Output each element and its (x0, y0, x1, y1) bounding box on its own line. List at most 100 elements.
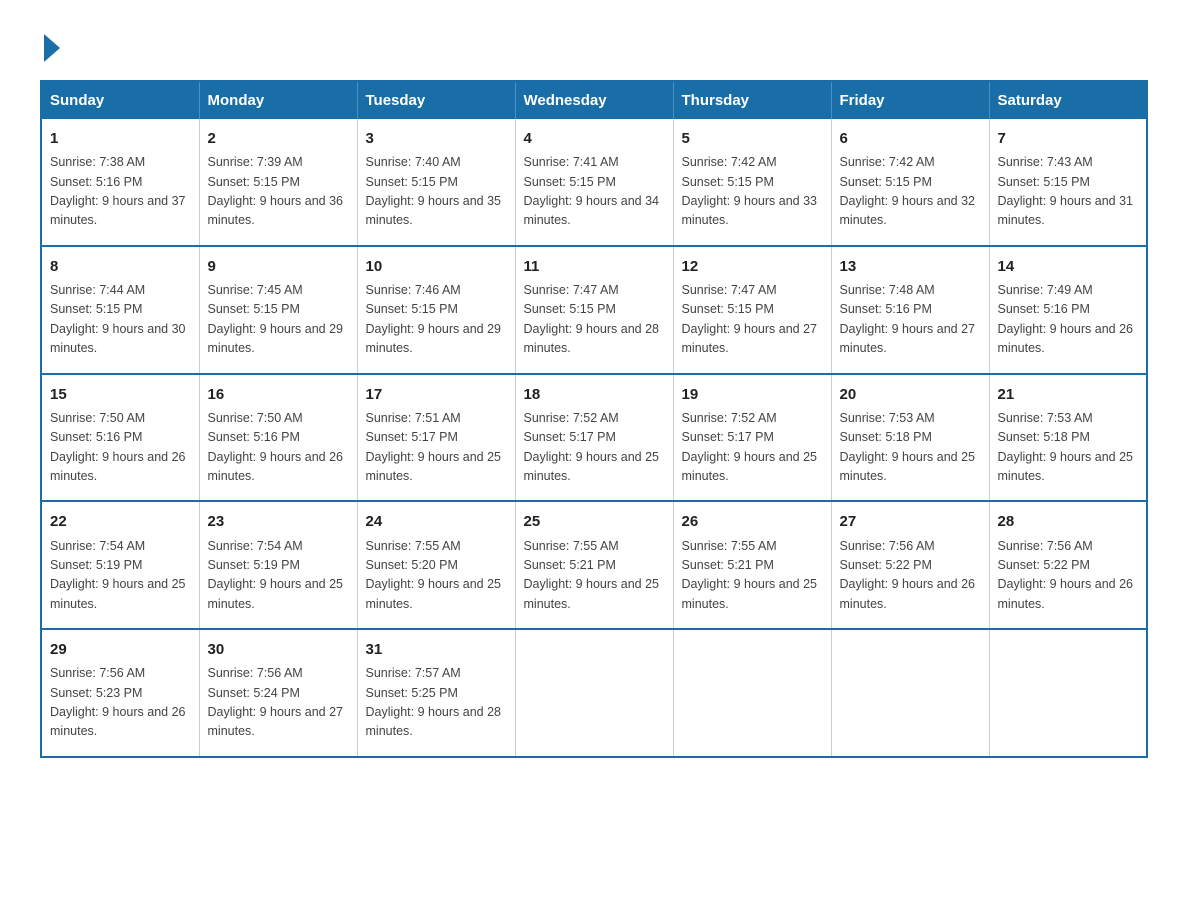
calendar-day-cell: 1 Sunrise: 7:38 AMSunset: 5:16 PMDaylight… (41, 119, 199, 246)
day-info: Sunrise: 7:53 AMSunset: 5:18 PMDaylight:… (840, 411, 976, 483)
day-info: Sunrise: 7:55 AMSunset: 5:21 PMDaylight:… (524, 539, 660, 611)
day-info: Sunrise: 7:53 AMSunset: 5:18 PMDaylight:… (998, 411, 1134, 483)
calendar-day-cell: 6 Sunrise: 7:42 AMSunset: 5:15 PMDaylight… (831, 119, 989, 246)
day-number: 9 (208, 255, 349, 278)
day-number: 25 (524, 510, 665, 533)
calendar-day-cell: 12 Sunrise: 7:47 AMSunset: 5:15 PMDayligh… (673, 246, 831, 374)
day-info: Sunrise: 7:52 AMSunset: 5:17 PMDaylight:… (524, 411, 660, 483)
calendar-week-row: 22Sunrise: 7:54 AMSunset: 5:19 PMDayligh… (41, 501, 1147, 629)
day-number: 28 (998, 510, 1139, 533)
day-info: Sunrise: 7:44 AMSunset: 5:15 PMDaylight:… (50, 283, 186, 355)
calendar-day-cell: 22Sunrise: 7:54 AMSunset: 5:19 PMDayligh… (41, 501, 199, 629)
day-info: Sunrise: 7:54 AMSunset: 5:19 PMDaylight:… (50, 539, 186, 611)
day-info: Sunrise: 7:46 AMSunset: 5:15 PMDaylight:… (366, 283, 502, 355)
day-number: 7 (998, 127, 1139, 150)
day-number: 10 (366, 255, 507, 278)
calendar-day-cell: 26 Sunrise: 7:55 AMSunset: 5:21 PMDayligh… (673, 501, 831, 629)
day-info: Sunrise: 7:51 AMSunset: 5:17 PMDaylight:… (366, 411, 502, 483)
day-info: Sunrise: 7:55 AMSunset: 5:21 PMDaylight:… (682, 539, 818, 611)
day-info: Sunrise: 7:56 AMSunset: 5:24 PMDaylight:… (208, 666, 344, 738)
calendar-day-cell: 21 Sunrise: 7:53 AMSunset: 5:18 PMDayligh… (989, 374, 1147, 502)
day-number: 20 (840, 383, 981, 406)
day-number: 11 (524, 255, 665, 278)
column-header-friday: Friday (831, 81, 989, 119)
calendar-day-cell: 10 Sunrise: 7:46 AMSunset: 5:15 PMDayligh… (357, 246, 515, 374)
day-number: 1 (50, 127, 191, 150)
day-info: Sunrise: 7:56 AMSunset: 5:22 PMDaylight:… (840, 539, 976, 611)
calendar-day-cell: 31Sunrise: 7:57 AMSunset: 5:25 PMDayligh… (357, 629, 515, 757)
calendar-day-cell (989, 629, 1147, 757)
calendar-day-cell: 5 Sunrise: 7:42 AMSunset: 5:15 PMDaylight… (673, 119, 831, 246)
column-header-monday: Monday (199, 81, 357, 119)
day-info: Sunrise: 7:50 AMSunset: 5:16 PMDaylight:… (50, 411, 186, 483)
day-number: 12 (682, 255, 823, 278)
calendar-day-cell: 24 Sunrise: 7:55 AMSunset: 5:20 PMDayligh… (357, 501, 515, 629)
day-info: Sunrise: 7:56 AMSunset: 5:23 PMDaylight:… (50, 666, 186, 738)
logo (40, 30, 60, 60)
calendar-day-cell: 15 Sunrise: 7:50 AMSunset: 5:16 PMDayligh… (41, 374, 199, 502)
day-info: Sunrise: 7:42 AMSunset: 5:15 PMDaylight:… (840, 155, 976, 227)
day-number: 3 (366, 127, 507, 150)
calendar-week-row: 8 Sunrise: 7:44 AMSunset: 5:15 PMDaylight… (41, 246, 1147, 374)
day-info: Sunrise: 7:48 AMSunset: 5:16 PMDaylight:… (840, 283, 976, 355)
day-info: Sunrise: 7:42 AMSunset: 5:15 PMDaylight:… (682, 155, 818, 227)
day-number: 2 (208, 127, 349, 150)
day-number: 14 (998, 255, 1139, 278)
calendar-day-cell: 30 Sunrise: 7:56 AMSunset: 5:24 PMDayligh… (199, 629, 357, 757)
day-number: 21 (998, 383, 1139, 406)
day-number: 27 (840, 510, 981, 533)
calendar-day-cell: 20 Sunrise: 7:53 AMSunset: 5:18 PMDayligh… (831, 374, 989, 502)
day-info: Sunrise: 7:38 AMSunset: 5:16 PMDaylight:… (50, 155, 186, 227)
calendar-day-cell: 28 Sunrise: 7:56 AMSunset: 5:22 PMDayligh… (989, 501, 1147, 629)
day-number: 4 (524, 127, 665, 150)
day-number: 15 (50, 383, 191, 406)
calendar-day-cell: 2 Sunrise: 7:39 AMSunset: 5:15 PMDaylight… (199, 119, 357, 246)
day-info: Sunrise: 7:43 AMSunset: 5:15 PMDaylight:… (998, 155, 1134, 227)
day-number: 18 (524, 383, 665, 406)
column-header-tuesday: Tuesday (357, 81, 515, 119)
day-number: 24 (366, 510, 507, 533)
calendar-day-cell (673, 629, 831, 757)
day-info: Sunrise: 7:39 AMSunset: 5:15 PMDaylight:… (208, 155, 344, 227)
column-header-saturday: Saturday (989, 81, 1147, 119)
day-number: 30 (208, 638, 349, 661)
day-number: 6 (840, 127, 981, 150)
day-number: 13 (840, 255, 981, 278)
calendar-day-cell: 7 Sunrise: 7:43 AMSunset: 5:15 PMDaylight… (989, 119, 1147, 246)
day-number: 5 (682, 127, 823, 150)
day-number: 16 (208, 383, 349, 406)
calendar-table: SundayMondayTuesdayWednesdayThursdayFrid… (40, 80, 1148, 758)
column-header-sunday: Sunday (41, 81, 199, 119)
day-info: Sunrise: 7:41 AMSunset: 5:15 PMDaylight:… (524, 155, 660, 227)
day-number: 19 (682, 383, 823, 406)
calendar-day-cell: 25 Sunrise: 7:55 AMSunset: 5:21 PMDayligh… (515, 501, 673, 629)
calendar-body: 1 Sunrise: 7:38 AMSunset: 5:16 PMDaylight… (41, 119, 1147, 757)
day-info: Sunrise: 7:54 AMSunset: 5:19 PMDaylight:… (208, 539, 344, 611)
calendar-day-cell: 4 Sunrise: 7:41 AMSunset: 5:15 PMDaylight… (515, 119, 673, 246)
calendar-day-cell (831, 629, 989, 757)
column-header-thursday: Thursday (673, 81, 831, 119)
day-info: Sunrise: 7:50 AMSunset: 5:16 PMDaylight:… (208, 411, 344, 483)
day-number: 31 (366, 638, 507, 661)
day-info: Sunrise: 7:40 AMSunset: 5:15 PMDaylight:… (366, 155, 502, 227)
calendar-week-row: 29 Sunrise: 7:56 AMSunset: 5:23 PMDayligh… (41, 629, 1147, 757)
calendar-day-cell: 11 Sunrise: 7:47 AMSunset: 5:15 PMDayligh… (515, 246, 673, 374)
calendar-day-cell: 17Sunrise: 7:51 AMSunset: 5:17 PMDayligh… (357, 374, 515, 502)
day-info: Sunrise: 7:47 AMSunset: 5:15 PMDaylight:… (524, 283, 660, 355)
day-number: 29 (50, 638, 191, 661)
day-info: Sunrise: 7:55 AMSunset: 5:20 PMDaylight:… (366, 539, 502, 611)
column-header-wednesday: Wednesday (515, 81, 673, 119)
day-info: Sunrise: 7:56 AMSunset: 5:22 PMDaylight:… (998, 539, 1134, 611)
calendar-day-cell: 23 Sunrise: 7:54 AMSunset: 5:19 PMDayligh… (199, 501, 357, 629)
calendar-day-cell: 3 Sunrise: 7:40 AMSunset: 5:15 PMDaylight… (357, 119, 515, 246)
calendar-day-cell: 16 Sunrise: 7:50 AMSunset: 5:16 PMDayligh… (199, 374, 357, 502)
day-info: Sunrise: 7:47 AMSunset: 5:15 PMDaylight:… (682, 283, 818, 355)
day-number: 26 (682, 510, 823, 533)
calendar-day-cell: 9Sunrise: 7:45 AMSunset: 5:15 PMDaylight… (199, 246, 357, 374)
calendar-day-cell: 27 Sunrise: 7:56 AMSunset: 5:22 PMDayligh… (831, 501, 989, 629)
calendar-day-cell: 8 Sunrise: 7:44 AMSunset: 5:15 PMDaylight… (41, 246, 199, 374)
calendar-day-cell: 18 Sunrise: 7:52 AMSunset: 5:17 PMDayligh… (515, 374, 673, 502)
calendar-header-row: SundayMondayTuesdayWednesdayThursdayFrid… (41, 81, 1147, 119)
day-number: 8 (50, 255, 191, 278)
day-number: 23 (208, 510, 349, 533)
